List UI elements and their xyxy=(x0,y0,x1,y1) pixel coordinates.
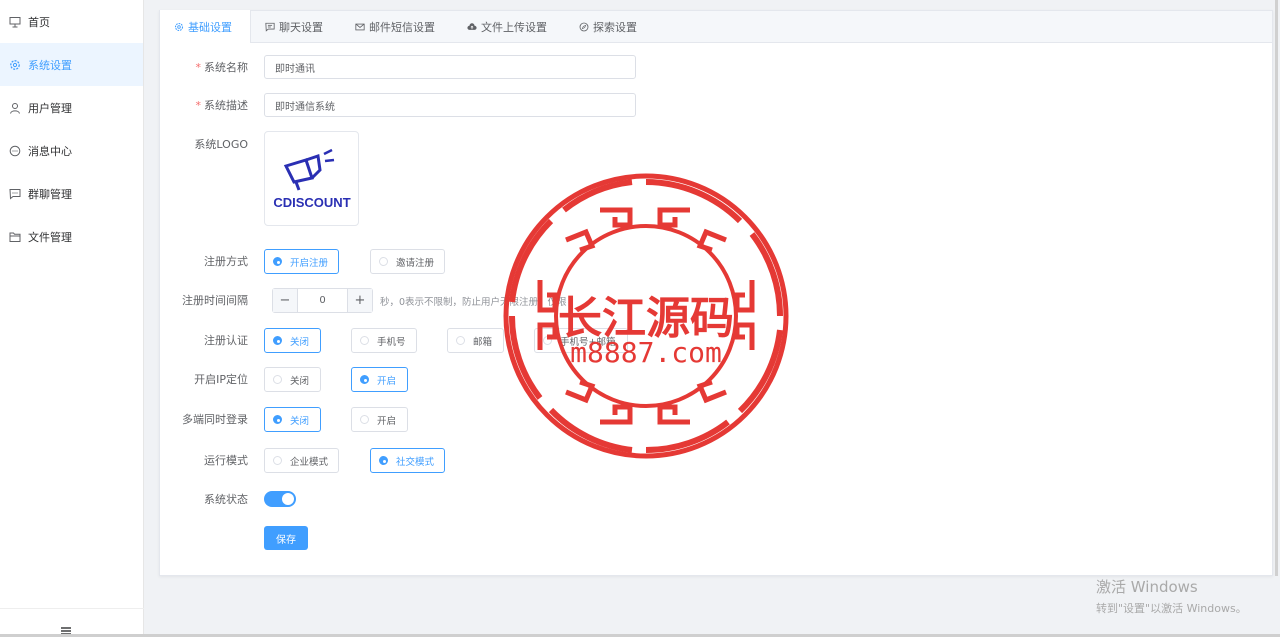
activation-subtitle: 转到"设置"以激活 Windows。 xyxy=(1096,602,1247,615)
scrollbar[interactable] xyxy=(1275,0,1278,576)
sidebar-item-groups[interactable]: 群聊管理 xyxy=(0,172,143,215)
register-mode-label: 注册方式 xyxy=(204,255,248,268)
enterprise-mode-option[interactable]: 企业模式 xyxy=(264,448,339,473)
system-status-toggle[interactable] xyxy=(264,491,296,507)
sidebar-item-home[interactable]: 首页 xyxy=(0,0,143,43)
system-desc-label: * 系统描述 xyxy=(195,99,249,112)
register-interval-label: 注册时间间隔 xyxy=(182,294,248,307)
gear-icon xyxy=(174,22,184,32)
folder-icon xyxy=(8,230,22,244)
form-row-system-desc: * 系统描述 xyxy=(160,93,256,117)
sidebar-item-messages[interactable]: 消息中心 xyxy=(0,129,143,172)
form-row-logo: 系统LOGO xyxy=(160,137,256,151)
gear-icon xyxy=(8,58,22,72)
radio-dot xyxy=(379,456,388,465)
watermark-stamp: 长江源码 m8887.com xyxy=(500,170,792,462)
sidebar-item-label: 消息中心 xyxy=(28,144,72,158)
radio-dot xyxy=(360,375,369,384)
compass-icon xyxy=(579,22,589,32)
mail-icon xyxy=(355,22,365,32)
required-mark: * xyxy=(195,61,202,74)
radio-dot xyxy=(360,415,369,424)
radio-dot xyxy=(273,375,282,384)
register-open-option[interactable]: 开启注册 xyxy=(264,249,339,274)
tab-mail-sms-settings[interactable]: 邮件短信设置 xyxy=(341,11,453,43)
required-mark: * xyxy=(195,99,202,112)
auth-email-option[interactable]: 邮箱 xyxy=(447,328,504,353)
auth-off-option[interactable]: 关闭 xyxy=(264,328,321,353)
cdiscount-logo: CDISCOUNT xyxy=(273,148,350,210)
tab-basic-settings[interactable]: 基础设置 xyxy=(160,10,251,43)
register-invite-option[interactable]: 邀请注册 xyxy=(370,249,445,274)
system-logo-label: 系统LOGO xyxy=(194,138,248,151)
settings-tabs: 基础设置 聊天设置 邮件短信设置 文件上传设置 探索设置 xyxy=(160,10,1272,43)
save-button[interactable]: 保存 xyxy=(264,526,308,550)
system-desc-input[interactable] xyxy=(264,93,636,117)
form-row-system-status: 系统状态 xyxy=(160,492,256,506)
multi-login-off-option[interactable]: 关闭 xyxy=(264,407,321,432)
sidebar-item-label: 用户管理 xyxy=(28,101,72,115)
sidebar-item-label: 系统设置 xyxy=(28,58,72,72)
radio-dot xyxy=(360,336,369,345)
radio-dot xyxy=(379,257,388,266)
presentation-icon xyxy=(8,15,22,29)
logo-text: CDISCOUNT xyxy=(273,195,350,210)
form-row-run-mode: 运行模式 xyxy=(160,453,256,467)
cloud-upload-icon xyxy=(467,22,477,32)
radio-dot xyxy=(273,257,282,266)
sidebar: 首页 系统设置 用户管理 消息中心 群聊管理 文件管理 xyxy=(0,0,144,637)
ip-location-label: 开启IP定位 xyxy=(194,373,248,386)
tab-explore-settings[interactable]: 探索设置 xyxy=(565,11,655,43)
chat-bubble-icon xyxy=(8,144,22,158)
social-mode-option[interactable]: 社交模式 xyxy=(370,448,445,473)
tab-label: 基础设置 xyxy=(188,20,232,34)
sidebar-item-settings[interactable]: 系统设置 xyxy=(0,43,143,86)
tab-upload-settings[interactable]: 文件上传设置 xyxy=(453,11,565,43)
divider xyxy=(0,608,144,609)
chat-square-icon xyxy=(265,22,275,32)
register-auth-label: 注册认证 xyxy=(204,334,248,347)
multi-login-label: 多端同时登录 xyxy=(182,413,248,426)
windows-activation-watermark: 激活 Windows 转到"设置"以激活 Windows。 xyxy=(1096,576,1247,616)
multi-login-on-option[interactable]: 开启 xyxy=(351,407,408,432)
system-status-label: 系统状态 xyxy=(204,493,248,506)
form-row-register-mode: 注册方式 xyxy=(160,254,256,268)
increment-button[interactable]: + xyxy=(347,289,372,312)
chat-square-icon xyxy=(8,187,22,201)
tab-label: 探索设置 xyxy=(593,21,637,34)
sidebar-item-files[interactable]: 文件管理 xyxy=(0,215,143,258)
tab-label: 聊天设置 xyxy=(279,21,323,34)
radio-dot xyxy=(273,415,282,424)
tab-label: 邮件短信设置 xyxy=(369,21,435,34)
register-interval-stepper: − 0 + xyxy=(272,288,373,313)
user-icon xyxy=(8,101,22,115)
form-row-register-auth: 注册认证 xyxy=(160,333,256,347)
sidebar-item-label: 首页 xyxy=(28,15,50,29)
tab-chat-settings[interactable]: 聊天设置 xyxy=(251,11,341,43)
radio-dot xyxy=(456,336,465,345)
logo-uploader[interactable]: CDISCOUNT xyxy=(264,131,359,226)
auth-phone-option[interactable]: 手机号 xyxy=(351,328,417,353)
sidebar-item-label: 群聊管理 xyxy=(28,187,72,201)
stamp-url: m8887.com xyxy=(570,336,722,369)
system-name-input[interactable] xyxy=(264,55,636,79)
ip-location-off-option[interactable]: 关闭 xyxy=(264,367,321,392)
sidebar-item-label: 文件管理 xyxy=(28,230,72,244)
form-row-ip-location: 开启IP定位 xyxy=(160,372,256,386)
form-row-register-interval: 注册时间间隔 xyxy=(160,293,256,307)
radio-dot xyxy=(273,336,282,345)
radio-dot xyxy=(273,456,282,465)
register-interval-value[interactable]: 0 xyxy=(298,289,347,312)
sidebar-item-users[interactable]: 用户管理 xyxy=(0,86,143,129)
form-row-system-name: * 系统名称 xyxy=(160,55,256,79)
activation-title: 激活 Windows xyxy=(1096,578,1198,596)
system-name-label: * 系统名称 xyxy=(195,61,249,74)
tab-label: 文件上传设置 xyxy=(481,21,547,34)
form-row-multi-login: 多端同时登录 xyxy=(160,412,256,426)
decrement-button[interactable]: − xyxy=(273,289,298,312)
ip-location-on-option[interactable]: 开启 xyxy=(351,367,408,392)
run-mode-label: 运行模式 xyxy=(204,454,248,467)
